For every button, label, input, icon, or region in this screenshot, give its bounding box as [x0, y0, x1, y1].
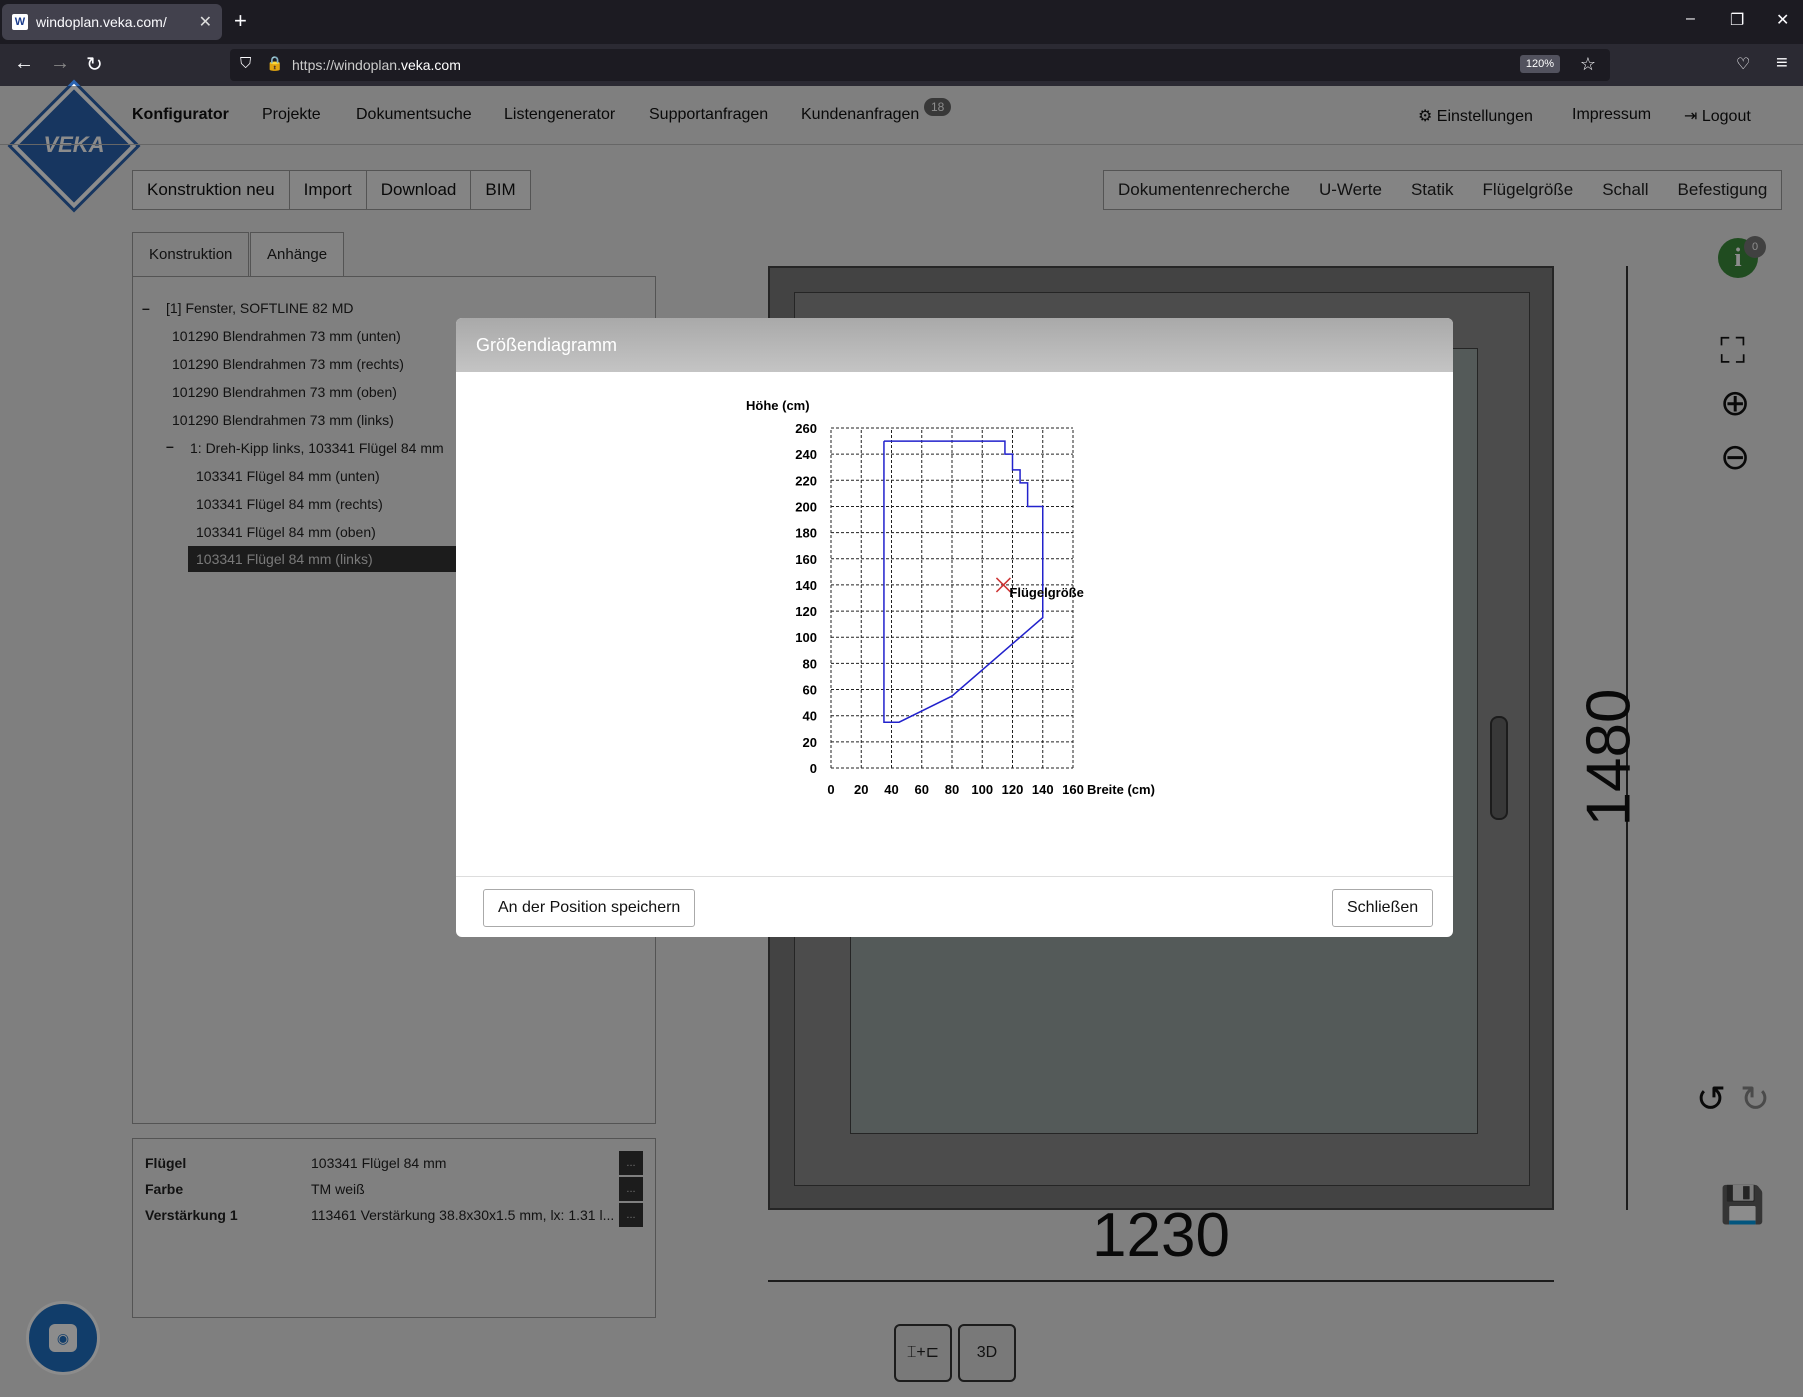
x-tick-label: 80: [945, 782, 959, 797]
size-diagram-chart: 0 20 40 60 80 100 120 140 160 0 20 40 60 80 100 120 140 1…: [746, 398, 1155, 797]
new-tab-icon[interactable]: +: [234, 8, 247, 34]
y-tick-label: 20: [803, 735, 817, 750]
shield-icon: ⛉: [240, 55, 252, 72]
y-tick-label: 80: [803, 656, 817, 671]
y-tick-label: 200: [795, 499, 817, 514]
browser-tabbar: W windoplan.veka.com/ ✕ + – ❐ ✕: [0, 0, 1803, 44]
x-tick-label: 40: [884, 782, 898, 797]
forward-icon[interactable]: →: [50, 52, 70, 75]
minimize-icon[interactable]: –: [1686, 10, 1695, 28]
tab-title: windoplan.veka.com/: [36, 14, 167, 30]
modal-title: Größendiagramm: [456, 318, 1453, 372]
save-position-button[interactable]: An der Position speichern: [483, 889, 696, 927]
restore-icon[interactable]: ❐: [1730, 10, 1744, 30]
y-axis-label: Höhe (cm): [746, 398, 810, 413]
bookmark-star-icon[interactable]: ☆: [1580, 54, 1596, 75]
lock-icon: 🔒: [266, 55, 284, 71]
y-tick-label: 140: [795, 578, 817, 593]
x-tick-label: 0: [827, 782, 834, 797]
reload-icon[interactable]: ↻: [86, 52, 103, 77]
pocket-icon[interactable]: ♡: [1736, 54, 1750, 74]
y-tick-label: 0: [810, 761, 817, 776]
x-tick-label: 140: [1032, 782, 1054, 797]
back-icon[interactable]: ←: [14, 52, 34, 75]
y-tick-label: 240: [795, 447, 817, 462]
zoom-level[interactable]: 120%: [1519, 55, 1560, 73]
x-tick-label: 20: [854, 782, 868, 797]
boundary-line: [883, 440, 1044, 723]
x-tick-label: 120: [1002, 782, 1024, 797]
y-tick-label: 60: [803, 683, 817, 698]
y-tick-label: 260: [795, 421, 817, 436]
url-bar[interactable]: ⛉ 🔒 https://windoplan.veka.com 120% ☆: [230, 49, 1610, 81]
modal-footer: An der Position speichern Schließen: [456, 876, 1453, 937]
y-tick-label: 160: [795, 552, 817, 567]
url-text: https://windoplan.veka.com: [292, 57, 461, 73]
browser-tab[interactable]: W windoplan.veka.com/ ✕: [2, 4, 222, 40]
favicon-icon: W: [12, 14, 28, 30]
x-tick-label: 60: [915, 782, 929, 797]
x-tick-label: 100: [971, 782, 993, 797]
size-diagram-modal: Größendiagramm 0 20 40 60 80 100 120 140 160 0 20 4…: [456, 318, 1453, 937]
close-tab-icon[interactable]: ✕: [199, 12, 212, 32]
menu-icon[interactable]: ≡: [1776, 52, 1788, 75]
close-button[interactable]: Schließen: [1332, 889, 1434, 927]
y-tick-label: 120: [795, 604, 817, 619]
browser-navbar: ← → ↻ ⛉ 🔒 https://windoplan.veka.com 120…: [0, 44, 1803, 86]
y-tick-label: 180: [795, 526, 817, 541]
y-tick-label: 220: [795, 473, 817, 488]
y-tick-label: 100: [795, 630, 817, 645]
close-window-icon[interactable]: ✕: [1776, 10, 1789, 30]
x-axis-label: Breite (cm): [1087, 782, 1155, 797]
marker-label: Flügelgröße: [1009, 585, 1083, 600]
y-tick-label: 40: [803, 709, 817, 724]
x-tick-label: 160: [1062, 782, 1084, 797]
